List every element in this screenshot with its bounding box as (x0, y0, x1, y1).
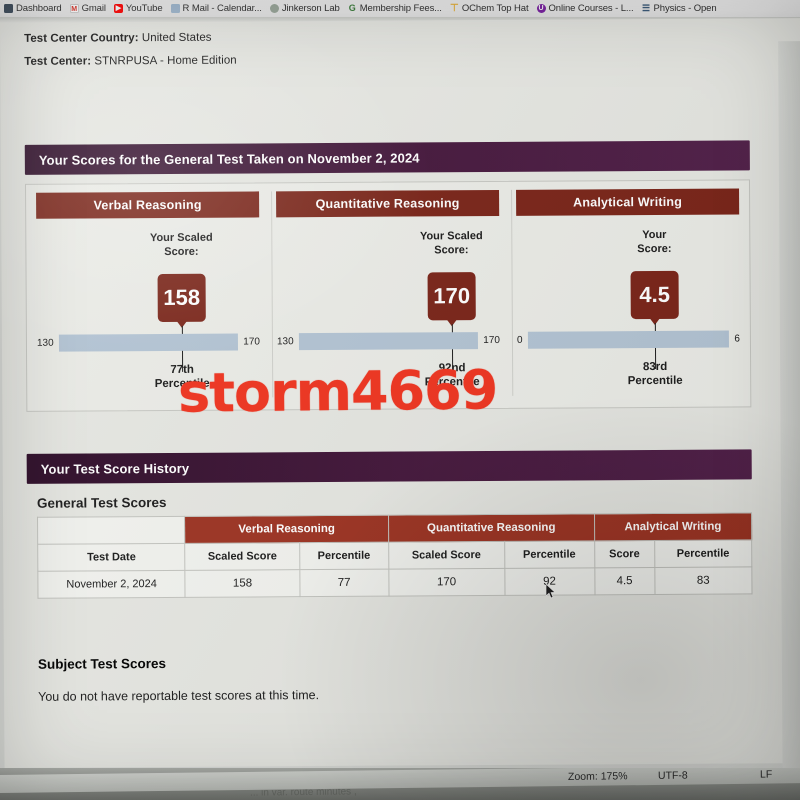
column-header-verbal-scaled-score: Scaled Score (185, 542, 300, 571)
column-header-aw-score: Score (594, 540, 655, 568)
mouse-cursor-icon (546, 584, 556, 599)
cell-quant-scaled-score: 170 (388, 568, 505, 597)
dashboard-icon (4, 4, 13, 13)
group-header-verbal: Verbal Reasoning (184, 515, 389, 544)
score-caption: Your Score: (637, 228, 672, 255)
bookmark-bar: Dashboard M Gmail ▶ YouTube R Mail - Cal… (0, 0, 800, 17)
scaled-score-box: 170 (427, 272, 476, 321)
scale-bar (298, 332, 479, 351)
score-card-analytical-writing: Analytical Writing Your Score: 4.5 0 6 8… (511, 188, 745, 396)
watermark-overlay: storm4669 (177, 358, 498, 425)
bookmark-label: Dashboard (16, 3, 62, 14)
card-title: Analytical Writing (516, 188, 740, 216)
scale-max-label: 170 (243, 336, 260, 348)
score-caption: Your Scaled Score: (149, 231, 213, 258)
test-center-country-value: United States (141, 31, 212, 45)
calendar-icon (170, 4, 180, 13)
scale-min-label: 0 (516, 334, 523, 346)
column-header-test-date: Test Date (37, 543, 186, 572)
scale-min-label: 130 (276, 336, 294, 348)
status-line-ending[interactable]: LF (760, 769, 772, 781)
group-header-quantitative: Quantitative Reasoning (388, 513, 595, 543)
status-encoding[interactable]: UTF-8 (658, 770, 688, 782)
cell-aw-percentile: 83 (654, 566, 753, 595)
group-header-analytical: Analytical Writing (594, 512, 752, 541)
general-test-scores-table: Verbal Reasoning Quantitative Reasoning … (37, 512, 753, 599)
editor-status-bar: ... in var. route minutes , Zoom: 175% U… (0, 768, 800, 800)
bookmark-label: Jinkerson Lab (281, 3, 340, 14)
scale-max-label: 6 (734, 333, 740, 345)
card-title: Verbal Reasoning (36, 191, 260, 219)
bookmark-dashboard[interactable]: Dashboard (2, 3, 68, 14)
column-header-quant-scaled-score: Scaled Score (388, 541, 505, 570)
scale-row: 130 170 (36, 333, 260, 352)
bookmark-label: R Mail - Calendar... (182, 3, 262, 14)
test-center-country-label: Test Center Country: (24, 32, 139, 45)
card-title: Quantitative Reasoning (276, 189, 500, 218)
subject-test-scores-message: You do not have reportable test scores a… (38, 688, 320, 704)
bookmark-physics-open[interactable]: ☰ Physics - Open (640, 3, 723, 14)
bookmark-rmail-calendar[interactable]: R Mail - Calendar... (169, 3, 268, 14)
cell-aw-score: 4.5 (594, 567, 655, 595)
tophat-icon: ⊤ (450, 3, 459, 14)
test-center-value: STNRPUSA - Home Edition (94, 54, 237, 68)
table-sub-header-row: Test Date Scaled Score Percentile Scaled… (37, 539, 752, 572)
udemy-icon: U (536, 4, 546, 13)
score-box: 4.5 (630, 270, 679, 320)
test-center-country-line: Test Center Country: United States (24, 28, 760, 45)
bookmark-youtube[interactable]: ▶ YouTube (112, 3, 169, 14)
table-row: November 2, 2024 158 77 170 92 4.5 83 (37, 566, 753, 599)
score-caption: Your Scaled Score: (419, 230, 483, 257)
bookmark-label: Gmail (81, 3, 106, 14)
bookmark-gmail[interactable]: M Gmail (68, 3, 112, 14)
column-header-quant-percentile: Percentile (504, 540, 595, 569)
screen-photo: Dashboard M Gmail ▶ YouTube R Mail - Cal… (0, 0, 800, 800)
scores-banner: Your Scores for the General Test Taken o… (24, 140, 750, 175)
bookmark-membership-fees[interactable]: G Membership Fees... (346, 3, 448, 14)
page-right-gutter (778, 41, 800, 787)
bookmark-label: Physics - Open (653, 3, 717, 14)
table-group-header-row: Verbal Reasoning Quantitative Reasoning … (37, 512, 752, 545)
column-header-aw-percentile: Percentile (654, 539, 752, 568)
cell-verbal-percentile: 77 (299, 569, 389, 597)
scale-row: 0 6 (516, 330, 740, 349)
scale-min-label: 130 (36, 337, 54, 349)
scale-row: 130 170 (276, 332, 500, 351)
percentile-label: 83rd Percentile (627, 360, 683, 387)
scale-bar (527, 330, 730, 349)
google-icon: G (348, 3, 356, 13)
table-corner-blank (37, 516, 186, 545)
test-center-label: Test Center: (24, 55, 92, 68)
column-header-verbal-percentile: Percentile (299, 542, 389, 570)
bookmark-jinkerson-lab[interactable]: Jinkerson Lab (268, 3, 346, 14)
book-icon: ☰ (642, 3, 651, 13)
bookmark-ochem-top-hat[interactable]: ⊤ OChem Top Hat (448, 3, 535, 14)
scaled-score-box: 158 (157, 273, 206, 323)
flask-icon (269, 4, 279, 13)
cell-verbal-scaled-score: 158 (185, 569, 300, 598)
bookmark-online-courses[interactable]: U Online Courses - L... (535, 3, 640, 14)
bookmark-label: Online Courses - L... (548, 3, 634, 14)
status-zoom[interactable]: Zoom: 175% (568, 770, 628, 783)
scale-max-label: 170 (483, 334, 500, 347)
subject-test-scores-heading: Subject Test Scores (37, 655, 167, 672)
gmail-icon: M (69, 4, 79, 13)
general-test-scores-heading: General Test Scores (36, 494, 167, 511)
bookmark-label: OChem Top Hat (461, 3, 529, 14)
scale-bar (58, 333, 239, 352)
test-center-line: Test Center: STNRPUSA - Home Edition (24, 51, 760, 68)
bookmark-label: Membership Fees... (359, 3, 442, 14)
history-banner: Your Test Score History (26, 449, 752, 484)
youtube-icon: ▶ (113, 4, 123, 13)
cell-test-date: November 2, 2024 (37, 570, 186, 599)
bookmark-label: YouTube (125, 3, 163, 14)
card-body: Your Score: 4.5 0 6 83rd Percentile (516, 214, 740, 393)
